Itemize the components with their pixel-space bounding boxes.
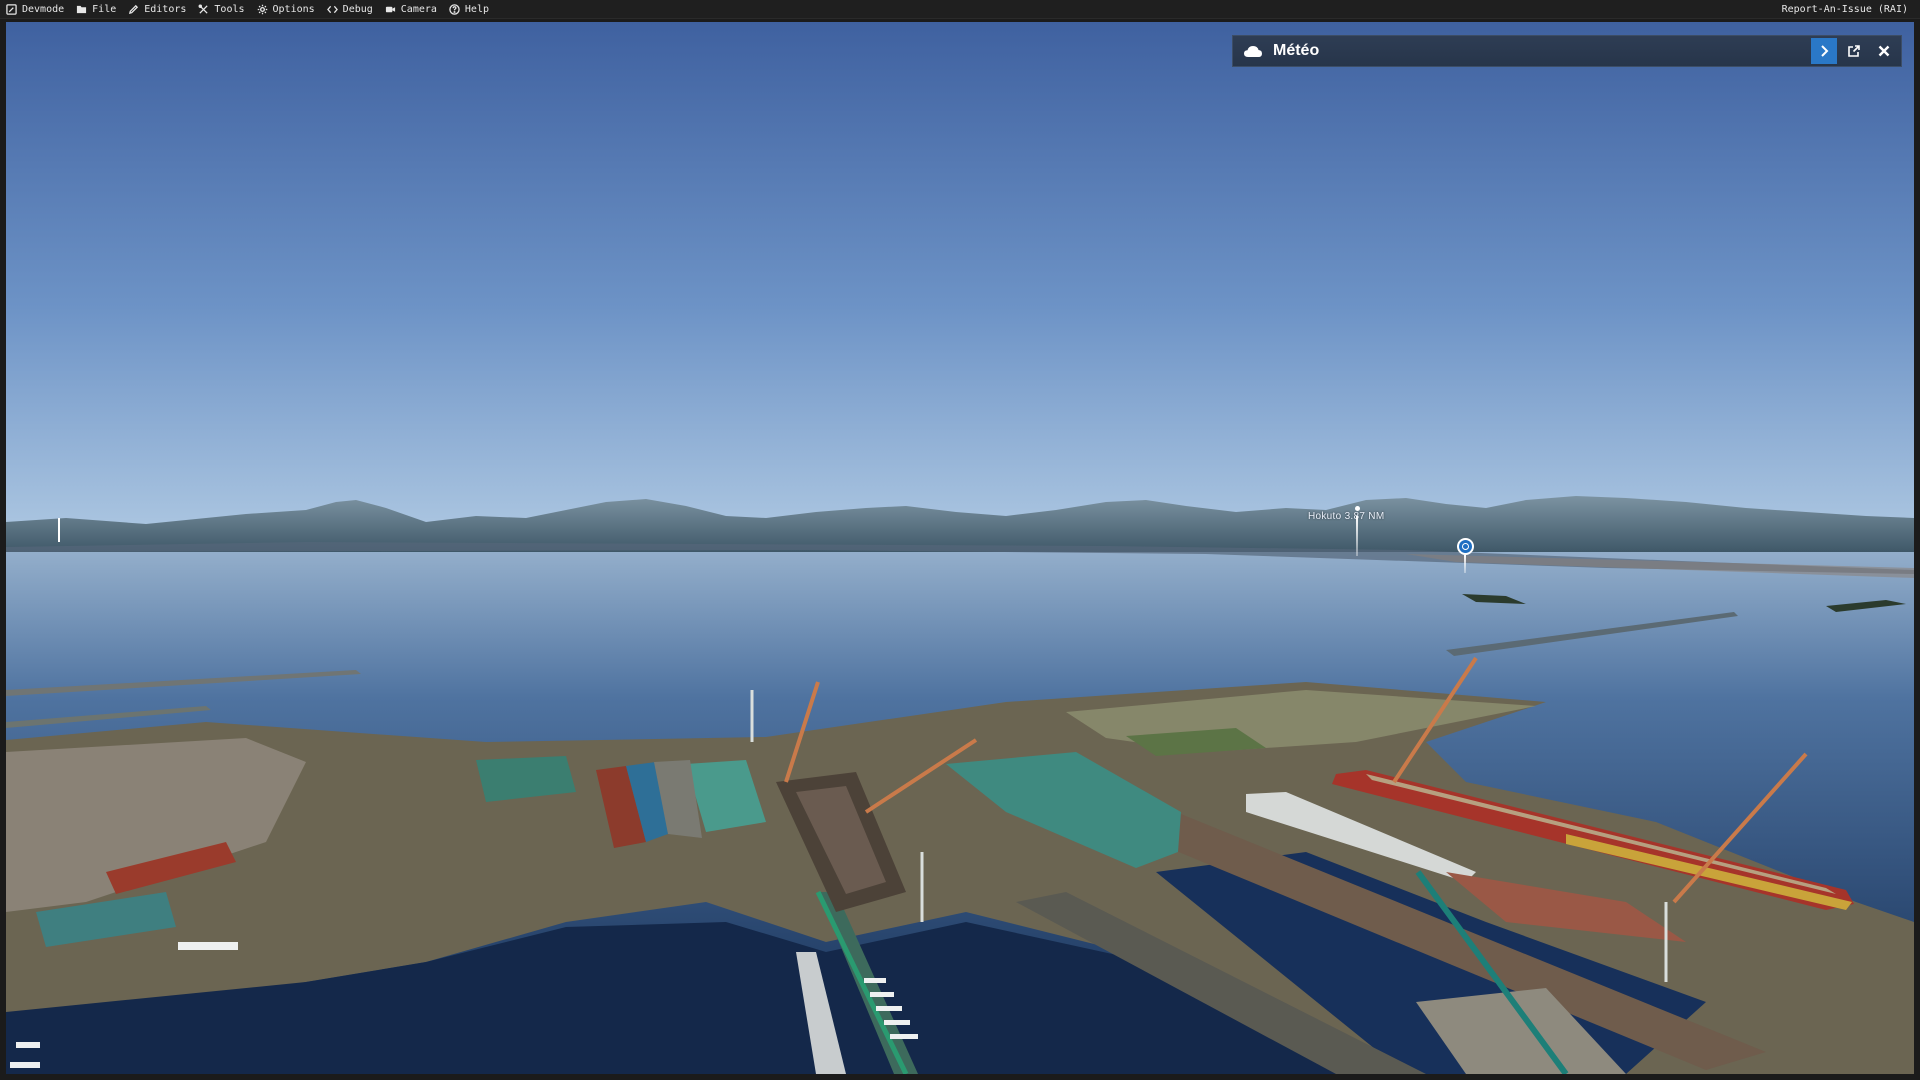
gear-icon — [257, 4, 267, 14]
menu-devmode-label: Devmode — [22, 3, 65, 15]
devmode-icon — [6, 3, 17, 15]
chevron-right-icon — [1821, 45, 1829, 57]
menu-devmode[interactable]: Devmode — [0, 0, 70, 18]
menu-options[interactable]: Options — [251, 0, 321, 18]
poi-stem — [1356, 516, 1358, 556]
scene-viewport[interactable]: Hokuto 3.87 NM — [6, 22, 1914, 1074]
waypoint-marker-core — [1462, 543, 1469, 550]
menu-file[interactable]: File — [70, 0, 122, 18]
report-an-issue-button[interactable]: Report-An-Issue (RAI) — [1776, 0, 1920, 18]
meteo-close-button[interactable] — [1871, 38, 1897, 64]
waypoint-stem — [1464, 555, 1466, 573]
close-icon — [1878, 45, 1890, 57]
menu-tools-label: Tools — [214, 3, 245, 15]
code-icon — [326, 5, 338, 13]
menu-debug-label: Debug — [342, 3, 373, 15]
sky — [6, 22, 1914, 542]
cloud-icon — [1244, 46, 1262, 57]
menu-editors[interactable]: Editors — [122, 0, 192, 18]
menu-tools[interactable]: Tools — [192, 0, 250, 18]
tools-icon — [198, 4, 209, 14]
menu-camera[interactable]: Camera — [379, 0, 443, 18]
external-window-icon — [1848, 45, 1860, 57]
waypoint-marker[interactable] — [1457, 538, 1474, 555]
menu-help[interactable]: Help — [443, 0, 495, 18]
menu-help-label: Help — [464, 3, 489, 15]
meteo-panel: Météo — [1232, 35, 1902, 67]
poi-dot — [1355, 506, 1360, 511]
harbor-scene — [6, 22, 1914, 1074]
menu-camera-label: Camera — [400, 3, 437, 15]
menu-debug[interactable]: Debug — [321, 0, 379, 18]
report-an-issue-label: Report-An-Issue (RAI) — [1781, 3, 1908, 15]
folder-icon — [77, 5, 87, 13]
meteo-panel-title: Météo — [1273, 42, 1320, 59]
help-icon — [449, 3, 460, 15]
poi-label: Hokuto 3.87 NM — [1308, 511, 1385, 522]
pencil-icon — [129, 4, 139, 14]
meteo-popout-button[interactable] — [1841, 38, 1867, 64]
camera-icon — [385, 6, 395, 12]
devmode-menubar: Devmode File Editors Tools Options Debug… — [0, 0, 1920, 19]
menu-options-label: Options — [272, 3, 315, 15]
menu-editors-label: Editors — [144, 3, 187, 15]
meteo-expand-button[interactable] — [1811, 38, 1837, 64]
menu-file-label: File — [92, 3, 117, 15]
left-marker-stem — [58, 518, 60, 542]
